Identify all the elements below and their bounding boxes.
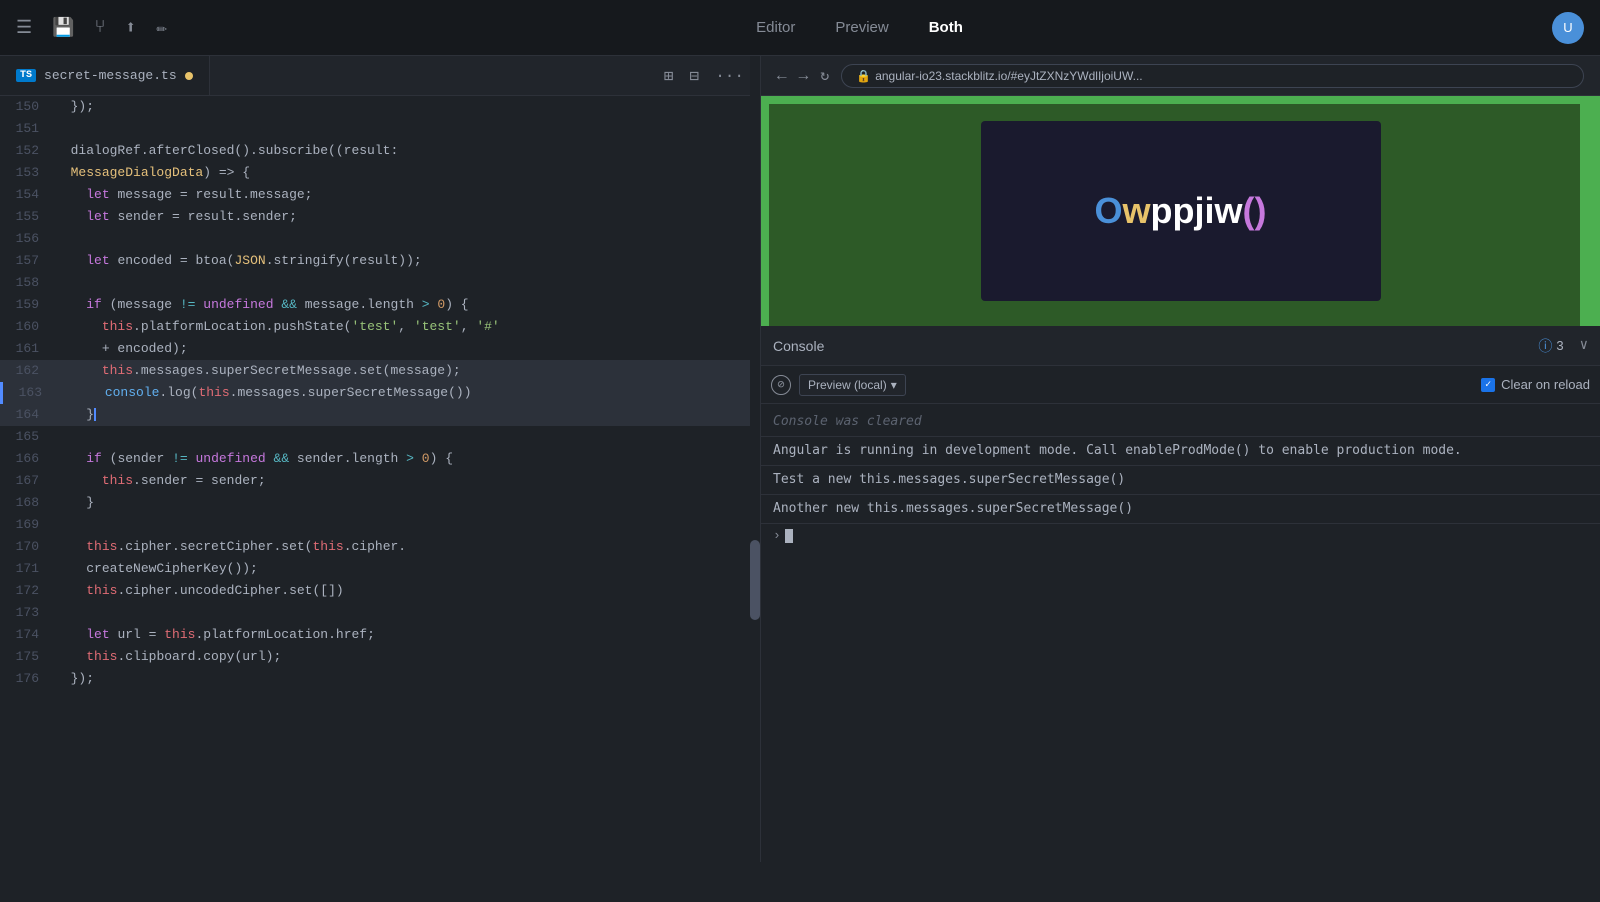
clear-on-reload-container: ✓ Clear on reload xyxy=(1481,377,1590,392)
preview-text-paren-open: ( xyxy=(1243,190,1255,231)
console-cursor xyxy=(785,529,793,543)
code-line-175: 175 this.clipboard.copy(url); xyxy=(0,646,760,668)
console-input-line[interactable]: › xyxy=(761,524,1600,547)
preview-card: Owppjiw() xyxy=(981,121,1381,301)
code-line-165: 165 xyxy=(0,426,760,448)
tab-both[interactable]: Both xyxy=(913,13,979,42)
code-line-151: 151 xyxy=(0,118,760,140)
code-line-162: 162 this.messages.superSecretMessage.set… xyxy=(0,360,760,382)
tab-preview[interactable]: Preview xyxy=(819,13,904,42)
code-line-164: 164 } xyxy=(0,404,760,426)
code-line-168: 168 } xyxy=(0,492,760,514)
code-line-170: 170 this.cipher.secretCipher.set(this.ci… xyxy=(0,536,760,558)
menu-icon[interactable]: ☰ xyxy=(16,17,32,39)
console-message-info: Angular is running in development mode. … xyxy=(761,437,1600,466)
split-icon[interactable]: ⊟ xyxy=(690,66,700,86)
editor-tabs: TS secret-message.ts ⊞ ⊟ ··· xyxy=(0,56,760,96)
code-line-158: 158 xyxy=(0,272,760,294)
console-prompt: › xyxy=(773,528,781,543)
url-text: angular-io23.stackblitz.io/#eyJtZXNzYWdl… xyxy=(875,69,1142,83)
code-scrollbar-thumb[interactable] xyxy=(750,540,760,620)
console-area: Console ⓘ 3 ∨ ⊘ Preview (local) ▾ ✓ Clea… xyxy=(761,326,1600,862)
console-title: Console xyxy=(773,338,824,354)
preview-browser: Owppjiw() xyxy=(761,96,1600,326)
code-line-167: 167 this.sender = sender; xyxy=(0,470,760,492)
code-scrollbar[interactable] xyxy=(750,56,760,862)
url-bar: ← → ↻ 🔒 angular-io23.stackblitz.io/#eyJt… xyxy=(761,56,1600,96)
top-bar: ☰ 💾 ⑂ ⬆ ✏ Editor Preview Both U xyxy=(0,0,1600,56)
lock-icon: 🔒 xyxy=(856,69,871,83)
code-lines: 150 }); 151 152 dialogRef.afterClosed().… xyxy=(0,96,760,690)
console-source-select[interactable]: Preview (local) ▾ xyxy=(799,374,906,396)
top-bar-right: U xyxy=(1552,12,1584,44)
preview-area: Owppjiw() xyxy=(761,96,1600,326)
console-message-log-2: Another new this.messages.superSecretMes… xyxy=(761,495,1600,524)
tab-actions: ⊞ ⊟ ··· xyxy=(664,66,760,86)
clear-on-reload-label: Clear on reload xyxy=(1501,377,1590,392)
console-clear-button[interactable]: ⊘ xyxy=(771,375,791,395)
code-line-174: 174 let url = this.platformLocation.href… xyxy=(0,624,760,646)
share-icon[interactable]: ⬆ xyxy=(125,17,136,39)
console-info-badge: ⓘ 3 xyxy=(1538,336,1563,356)
pin-icon[interactable]: ⊞ xyxy=(664,66,674,86)
code-line-153: 153 MessageDialogData) => { xyxy=(0,162,760,184)
console-message-cleared: Console was cleared xyxy=(761,408,1600,437)
preview-text: Owppjiw() xyxy=(1094,190,1266,232)
code-line-166: 166 if (sender != undefined && sender.le… xyxy=(0,448,760,470)
top-bar-center: Editor Preview Both xyxy=(167,13,1552,42)
preview-text-rest: ppjiw xyxy=(1151,190,1243,231)
code-line-173: 173 xyxy=(0,602,760,624)
preview-pane: ← → ↻ 🔒 angular-io23.stackblitz.io/#eyJt… xyxy=(760,56,1600,862)
preview-sidebar-right xyxy=(1580,96,1600,326)
modified-dot xyxy=(185,72,193,80)
code-line-163: 163 console.log(this.messages.superSecre… xyxy=(0,382,760,404)
preview-text-O: O xyxy=(1094,190,1122,231)
info-icon: ⓘ xyxy=(1538,336,1552,356)
source-label: Preview (local) xyxy=(808,378,887,392)
code-line-157: 157 let encoded = btoa(JSON.stringify(re… xyxy=(0,250,760,272)
code-line-159: 159 if (message != undefined && message.… xyxy=(0,294,760,316)
badge-count: 3 xyxy=(1556,338,1563,353)
preview-text-paren-close: ) xyxy=(1255,190,1267,231)
console-message-log-1: Test a new this.messages.superSecretMess… xyxy=(761,466,1600,495)
code-line-160: 160 this.platformLocation.pushState('tes… xyxy=(0,316,760,338)
code-line-156: 156 xyxy=(0,228,760,250)
preview-top-bar xyxy=(761,96,1600,104)
preview-text-w: w xyxy=(1123,190,1151,231)
code-line-150: 150 }); xyxy=(0,96,760,118)
console-header: Console ⓘ 3 ∨ xyxy=(761,326,1600,366)
avatar[interactable]: U xyxy=(1552,12,1584,44)
fork-icon[interactable]: ⑂ xyxy=(95,18,106,38)
code-line-154: 154 let message = result.message; xyxy=(0,184,760,206)
code-line-172: 172 this.cipher.uncodedCipher.set([]) xyxy=(0,580,760,602)
refresh-button[interactable]: ↻ xyxy=(820,66,829,85)
code-line-169: 169 xyxy=(0,514,760,536)
clear-on-reload-checkbox[interactable]: ✓ xyxy=(1481,378,1495,392)
forward-button[interactable]: → xyxy=(799,67,809,85)
console-toolbar: ⊘ Preview (local) ▾ ✓ Clear on reload xyxy=(761,366,1600,404)
console-expand-icon[interactable]: ∨ xyxy=(1580,337,1588,354)
more-icon[interactable]: ··· xyxy=(715,67,744,85)
code-line-171: 171 createNewCipherKey()); xyxy=(0,558,760,580)
code-line-176: 176 }); xyxy=(0,668,760,690)
code-line-161: 161 + encoded); xyxy=(0,338,760,360)
ts-badge: TS xyxy=(16,69,36,82)
preview-sidebar-left xyxy=(761,96,769,326)
url-input[interactable]: 🔒 angular-io23.stackblitz.io/#eyJtZXNzYW… xyxy=(841,64,1584,88)
save-icon[interactable]: 💾 xyxy=(52,17,74,39)
code-pane: TS secret-message.ts ⊞ ⊟ ··· 150 }); 151… xyxy=(0,56,760,862)
code-line-155: 155 let sender = result.sender; xyxy=(0,206,760,228)
tab-editor[interactable]: Editor xyxy=(740,13,811,42)
main-content: TS secret-message.ts ⊞ ⊟ ··· 150 }); 151… xyxy=(0,56,1600,862)
edit-icon[interactable]: ✏ xyxy=(156,17,167,39)
console-messages: Console was cleared Angular is running i… xyxy=(761,404,1600,862)
file-tab[interactable]: TS secret-message.ts xyxy=(0,56,210,95)
top-bar-left: ☰ 💾 ⑂ ⬆ ✏ xyxy=(16,17,167,39)
filename: secret-message.ts xyxy=(44,68,177,83)
code-line-152: 152 dialogRef.afterClosed().subscribe((r… xyxy=(0,140,760,162)
source-dropdown-icon: ▾ xyxy=(891,378,897,392)
back-button[interactable]: ← xyxy=(777,67,787,85)
